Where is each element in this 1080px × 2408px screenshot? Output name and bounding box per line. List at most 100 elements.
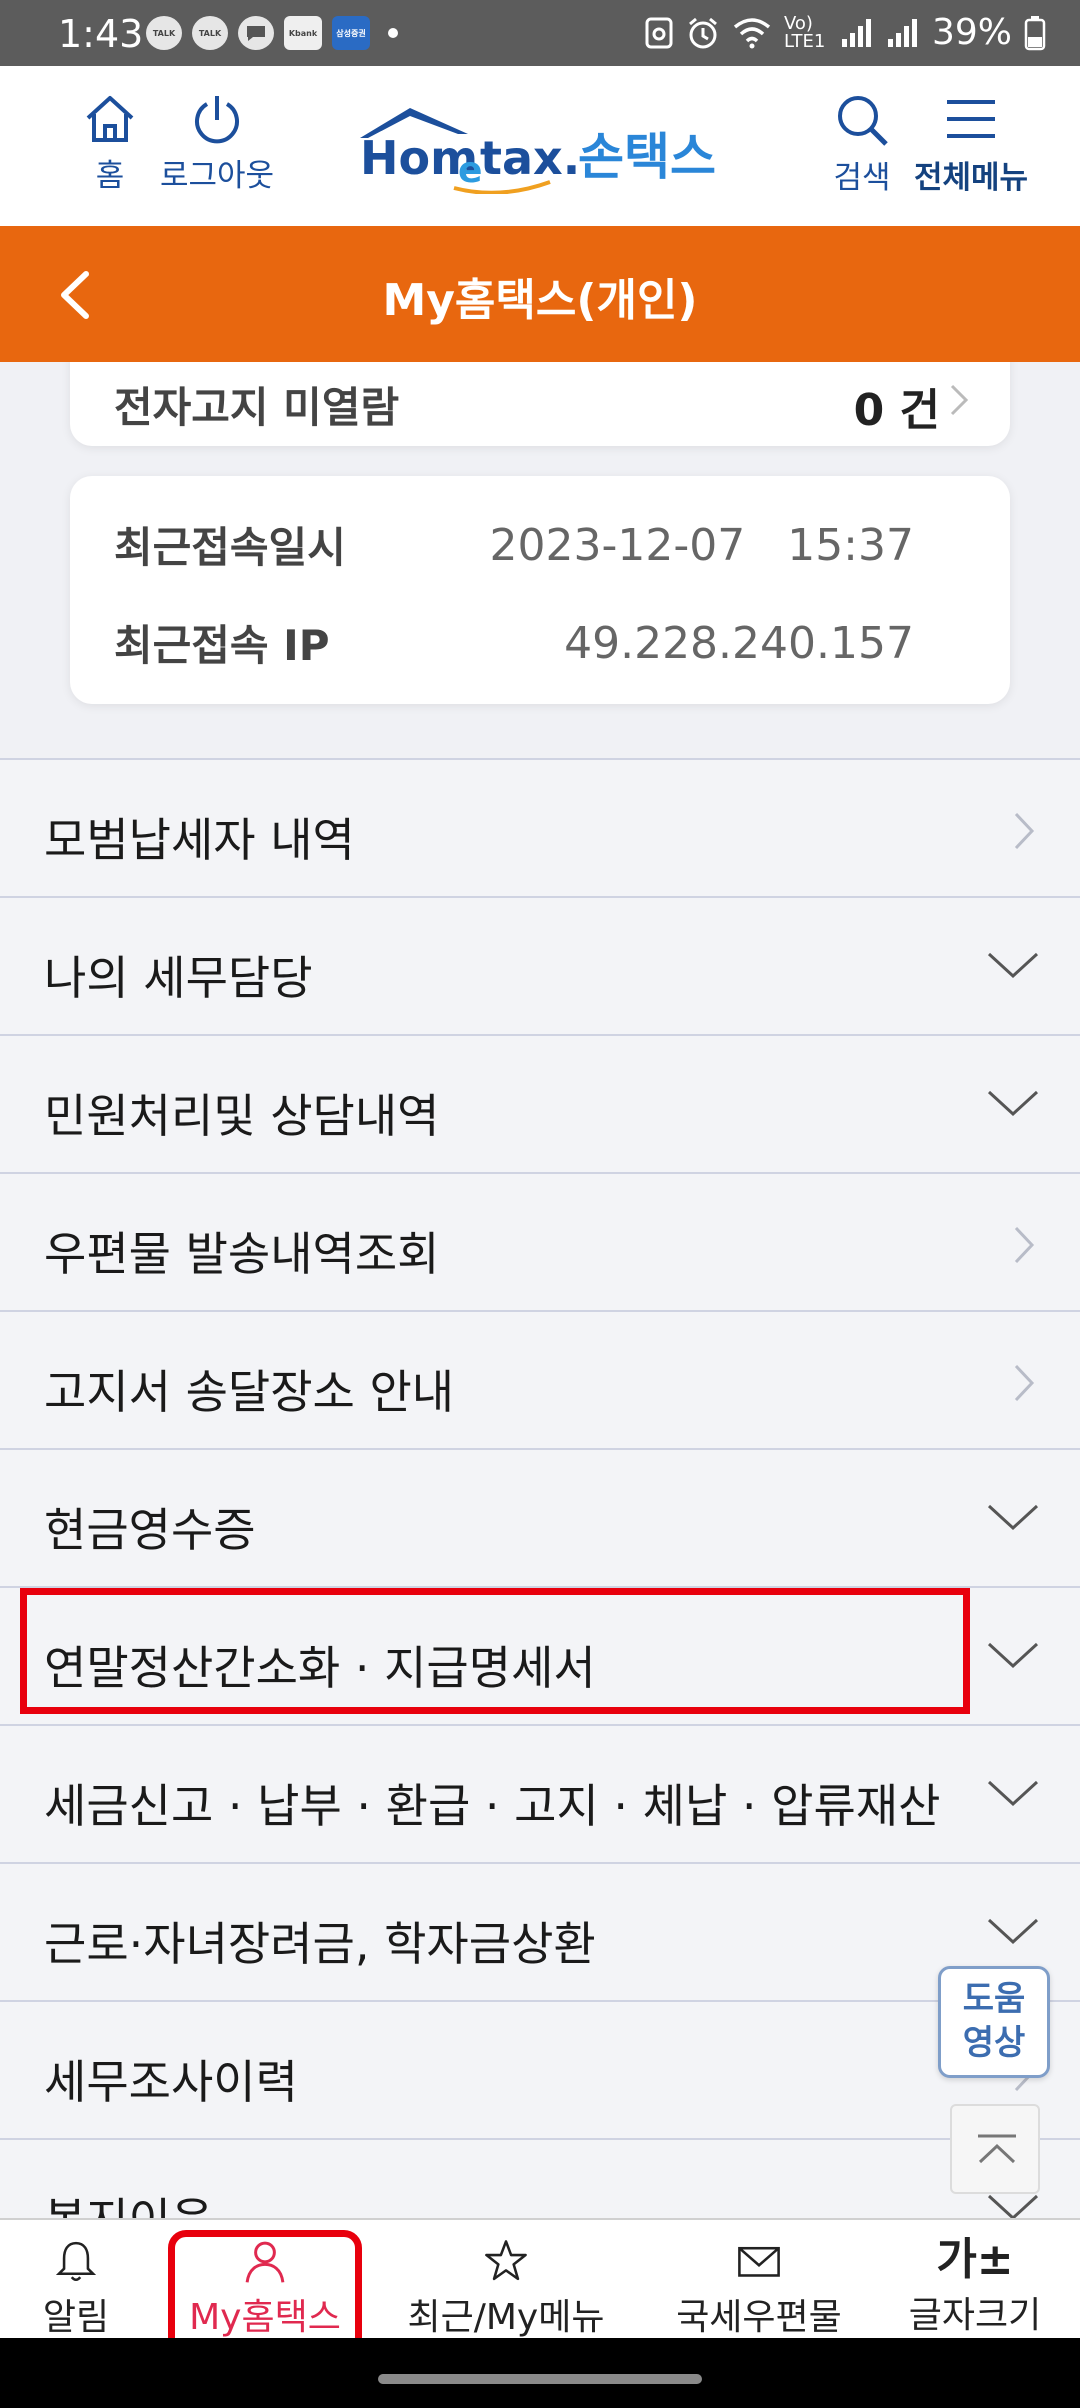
list-item-tax-filing[interactable]: 세금신고 · 납부 · 환급 · 고지 · 체납 · 압류재산: [0, 1724, 1080, 1862]
bottom-nav: 알림 My홈택스 최근/My메뉴 국세우편물 가± 글자크기: [0, 2218, 1080, 2338]
person-icon: [245, 2241, 285, 2283]
kakaotalk-icon: TALK: [146, 16, 182, 50]
list-item-year-end-settlement[interactable]: 연말정산간소화 · 지급명세서: [0, 1586, 1080, 1724]
nav-tax-mail-label: 국세우편물: [676, 2297, 842, 2338]
home-icon: [86, 96, 134, 142]
list-item-label: 세무조사이력: [44, 2055, 298, 2109]
nav-alarm[interactable]: 알림: [24, 2220, 128, 2340]
last-access-value: 2023-12-07 15:37: [489, 520, 914, 571]
e-notice-count: 0 건: [853, 385, 940, 436]
wifi-icon: [733, 17, 771, 48]
last-ip-value: 49.228.240.157: [564, 618, 914, 669]
access-info-card: 최근접속일시 2023-12-07 15:37 최근접속 IP 49.228.2…: [70, 476, 1010, 704]
chevron-right-icon: [950, 384, 969, 416]
list-item-earned-income-credit[interactable]: 근로·자녀장려금, 학자금상환: [0, 1862, 1080, 2000]
full-menu-button[interactable]: 전체메뉴: [914, 92, 1028, 197]
nav-recent-label: 최근/My메뉴: [407, 2297, 605, 2338]
chevron-down-icon: [987, 1780, 1039, 1807]
help-video-line2: 영상: [962, 2023, 1026, 2063]
signal-icon-2: [887, 18, 917, 47]
kbank-icon: Kbank: [284, 16, 322, 50]
help-video-line1: 도움: [962, 1979, 1026, 2019]
list-item-label: 복지이음: [44, 2184, 213, 2218]
nav-font-size[interactable]: 가± 글자크기: [890, 2220, 1060, 2340]
list-item-label: 세금신고 · 납부 · 환급 · 고지 · 체납 · 압류재산: [44, 1779, 941, 1833]
list-item-label: 우편물 발송내역조회: [44, 1227, 440, 1281]
nav-my-hometax-label: My홈택스: [189, 2297, 341, 2338]
gesture-area: [0, 2338, 1080, 2408]
scroll-top-icon: [978, 2134, 1016, 2164]
content-area: 전자고지 미열람 0 건 최근접속일시 2023-12-07 15:37 최근접…: [0, 362, 1080, 2218]
full-menu-label: 전체메뉴: [914, 160, 1029, 196]
chevron-down-icon: [987, 1090, 1039, 1117]
chevron-right-icon: [1014, 812, 1035, 850]
list-item-label: 모범납세자 내역: [44, 813, 355, 867]
list-item-welfare[interactable]: 복지이음: [0, 2138, 1080, 2218]
battery-percent: 39%: [931, 12, 1012, 53]
recycle-icon: [645, 17, 673, 48]
hamburger-menu-icon: [947, 100, 996, 138]
envelope-icon: [738, 2246, 780, 2277]
list-item-label: 근로·자녀장려금, 학자금상환: [44, 1917, 596, 1971]
page-title: My홈택스(개인): [382, 275, 698, 326]
list-item-cash-receipt[interactable]: 현금영수증: [0, 1448, 1080, 1586]
network-type: Vo) LTE1: [783, 12, 826, 52]
chevron-right-icon: [1014, 1226, 1035, 1264]
scroll-top-button[interactable]: [950, 2104, 1040, 2194]
last-access-label: 최근접속일시: [114, 523, 346, 572]
search-label: 검색: [833, 160, 891, 196]
help-video-button[interactable]: 도움 영상: [938, 1966, 1050, 2078]
list-item-label: 고지서 송달장소 안내: [44, 1365, 455, 1419]
chevron-down-icon: [987, 1504, 1039, 1531]
logout-button[interactable]: 로그아웃: [160, 92, 274, 195]
kakaotalk-icon: TALK: [192, 16, 228, 50]
power-icon: [195, 96, 240, 144]
nav-recent-my-menu[interactable]: 최근/My메뉴: [396, 2220, 616, 2340]
last-ip-label: 최근접속 IP: [114, 621, 330, 670]
last-access-row: 최근접속일시 2023-12-07 15:37: [114, 514, 914, 575]
search-button[interactable]: 검색: [832, 92, 892, 197]
nav-tax-mail[interactable]: 국세우편물: [654, 2220, 864, 2340]
menu-list: 모범납세자 내역 나의 세무담당 민원처리및 상담내역 우편물 발송내역조회 고…: [0, 758, 1080, 2218]
logout-label: 로그아웃: [160, 158, 275, 194]
chevron-down-icon: [987, 952, 1039, 979]
list-item-label: 민원처리및 상담내역: [44, 1089, 440, 1143]
list-item-label: 현금영수증: [44, 1503, 256, 1557]
list-item-tax-audit[interactable]: 세무조사이력: [0, 2000, 1080, 2138]
svg-text:tax.: tax.: [480, 131, 580, 185]
app-header: 홈 로그아웃 Hom e tax. 손택스 검색 전체메뉴: [0, 66, 1080, 226]
e-notice-label: 전자고지 미열람: [114, 383, 400, 432]
font-size-icon: 가±: [936, 2234, 1014, 2285]
list-item-label: 나의 세무담당: [44, 951, 313, 1005]
home-button[interactable]: 홈: [82, 92, 138, 195]
list-item-mail-history[interactable]: 우편물 발송내역조회: [0, 1172, 1080, 1310]
nav-alarm-label: 알림: [42, 2297, 110, 2338]
message-icon: [238, 16, 274, 50]
bell-icon: [55, 2241, 97, 2282]
hometax-logo[interactable]: Hom e tax. 손택스: [350, 104, 730, 194]
notification-icons: TALK TALK Kbank 삼성증권: [146, 16, 398, 50]
list-item-model-taxpayer[interactable]: 모범납세자 내역: [0, 758, 1080, 896]
chevron-down-icon: [987, 1642, 1039, 1669]
svg-text:e: e: [458, 150, 482, 191]
search-icon: [838, 96, 888, 146]
nav-my-hometax[interactable]: My홈택스: [168, 2220, 362, 2340]
signal-icon-1: [841, 18, 871, 47]
last-ip-row: 최근접속 IP 49.228.240.157: [114, 612, 914, 673]
list-item-civil-petition[interactable]: 민원처리및 상담내역: [0, 1034, 1080, 1172]
alarm-icon: [689, 17, 717, 48]
e-notice-card[interactable]: 전자고지 미열람 0 건: [70, 362, 1010, 446]
chevron-down-icon: [987, 1918, 1039, 1945]
more-notifications-dot: [388, 28, 398, 38]
list-item-tax-officer[interactable]: 나의 세무담당: [0, 896, 1080, 1034]
samsung-securities-icon: 삼성증권: [332, 16, 370, 50]
list-item-notice-delivery[interactable]: 고지서 송달장소 안내: [0, 1310, 1080, 1448]
status-time: 1:43: [58, 12, 144, 56]
title-bar: My홈택스(개인): [0, 226, 1080, 362]
battery-icon: [1024, 15, 1046, 50]
nav-font-size-label: 글자크기: [908, 2295, 1042, 2336]
star-icon: [485, 2240, 527, 2281]
list-item-label: 연말정산간소화 · 지급명세서: [44, 1641, 596, 1695]
status-right: Vo) LTE1 39%: [644, 12, 1046, 53]
home-gesture-bar[interactable]: [378, 2374, 702, 2384]
